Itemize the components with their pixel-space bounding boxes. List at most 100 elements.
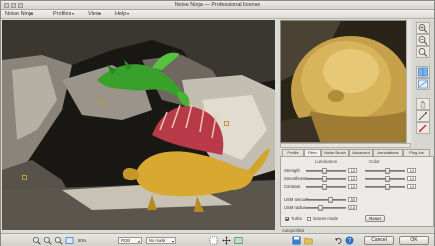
preview-image [2,20,275,230]
turbo-label: Turbo [291,216,302,221]
open-folder-icon [304,237,313,245]
move-tool-button[interactable] [222,236,231,245]
image-preview[interactable] [2,20,275,230]
menu-profiles[interactable]: Profiles [53,11,71,17]
zoom-out-icon [418,36,428,45]
strength-color-value[interactable]: 10 [407,168,416,173]
zoom-level: 50% [78,238,87,243]
tab-noise-brush[interactable]: Noise Brush [321,149,349,156]
title-bar: Noise Ninja — Professional license [1,1,434,10]
brush-tool-button[interactable] [416,122,430,134]
chevron-down-icon: ▾ [137,239,140,244]
strength-label: Strength [284,168,300,173]
loupe-view[interactable] [280,20,411,143]
usm-radius-label: USM radius [284,205,306,210]
filter-panel: Luminance Color Strength 10 10 Smoothnes… [280,156,434,227]
zoom-actual-icon [54,236,63,245]
tab-plug-ins[interactable]: Plug-ins [403,149,430,156]
screen-mode-checkbox[interactable] [307,217,311,221]
loupe-horizontal-scrollbar[interactable] [280,143,411,148]
mask-dropdown[interactable]: No mask ▾ [146,237,176,244]
sample-tool-button[interactable] [209,236,218,245]
usm-amount-value[interactable]: 50 [348,197,357,202]
eyedropper-tool-button[interactable] [416,110,430,122]
zoom-in-status-button[interactable] [32,236,41,245]
zoom-out-status-button[interactable] [43,236,52,245]
strength-luminance-slider[interactable] [306,168,346,174]
chevron-down-icon: ▾ [171,239,174,244]
zoom-out-button[interactable] [416,34,430,46]
save-icon [292,236,301,245]
loupe-vertical-scrollbar[interactable] [406,20,411,143]
cancel-button[interactable]: Cancel [364,236,394,245]
ok-button[interactable]: OK [399,236,429,245]
smoothness-label: Smoothness [284,176,308,181]
smoothness-color-slider[interactable] [365,176,405,182]
undo-icon [335,238,342,244]
screen-mode-label: Screen mode [313,216,338,221]
preview-toggle-button[interactable] [416,78,430,90]
tab-annotations[interactable]: Annotations [373,149,403,156]
contrast-luminance-value[interactable]: 10 [348,184,357,189]
settings-tabs: Profile Filter Noise Brush Advanced Anno… [280,149,434,156]
bottom-toolbar: 50% RGB ▾ No mask ▾ ? Cancel OK [1,233,434,246]
compare-icon [234,237,243,244]
hand-icon [420,100,426,109]
help-icon: ? [345,236,354,245]
smoothness-luminance-slider[interactable] [306,176,346,182]
sample-marker[interactable] [22,175,27,180]
smoothness-luminance-value[interactable]: 10 [348,176,357,181]
usm-radius-value[interactable]: 0.8 [348,205,357,210]
zoom-fit-icon [418,48,428,57]
move-icon [222,236,231,245]
strength-color-slider[interactable] [365,168,405,174]
contrast-label: Contrast [284,184,300,189]
loupe-image [281,21,410,142]
undo-button[interactable] [334,236,343,245]
strength-luminance-value[interactable]: 10 [348,168,357,173]
tool-palette [413,20,434,150]
contrast-color-slider[interactable] [365,184,405,190]
menu-bar: Noise Ninja ▾ Profiles ▾ View ▾ Help ▾ [1,10,434,19]
sample-marker[interactable] [224,121,229,126]
tab-filter[interactable]: Filter [304,149,321,156]
selection-icon [209,236,218,245]
zoom-100-status-button[interactable] [54,236,63,245]
channel-dropdown-value: RGB [121,238,131,243]
open-profile-button[interactable] [304,236,313,245]
fit-window-status-button[interactable] [65,236,74,245]
preview-icon [418,79,428,89]
tab-advanced[interactable]: Advanced [349,149,373,156]
zoom-out-icon [43,236,52,245]
app-window: Noise Ninja — Professional license Noise… [0,0,435,246]
split-view-icon [418,67,428,77]
eyedropper-icon [418,112,427,121]
zoom-in-icon [418,24,428,33]
usm-amount-label: USM amount [284,197,309,202]
help-button[interactable]: ? [345,236,354,245]
fit-icon [65,237,74,244]
turbo-checkbox[interactable] [285,217,289,221]
contrast-color-value[interactable]: 10 [407,184,416,189]
compare-view-button[interactable] [416,66,430,78]
tab-profile[interactable]: Profile [282,149,304,156]
contrast-luminance-slider[interactable] [306,184,346,190]
reset-button[interactable]: Reset [365,215,385,222]
menu-help[interactable]: Help [115,11,126,17]
window-title: Noise Ninja — Professional license [174,2,261,8]
color-header: Color [369,159,380,164]
zoom-in-button[interactable] [416,22,430,34]
brush-icon [419,124,427,132]
channel-dropdown[interactable]: RGB ▾ [118,237,142,244]
usm-amount-slider[interactable] [306,197,346,203]
zoom-fit-button[interactable] [416,46,430,58]
hand-tool-button[interactable] [416,98,430,110]
usm-radius-slider[interactable] [306,205,346,211]
save-button[interactable] [292,236,301,245]
luminance-header: Luminance [315,159,338,164]
smoothness-color-value[interactable]: 10 [407,176,416,181]
compare-button[interactable] [234,236,243,245]
sample-marker[interactable] [99,99,104,104]
zoom-in-icon [32,236,41,245]
menu-noise-ninja[interactable]: Noise Ninja [5,11,33,17]
